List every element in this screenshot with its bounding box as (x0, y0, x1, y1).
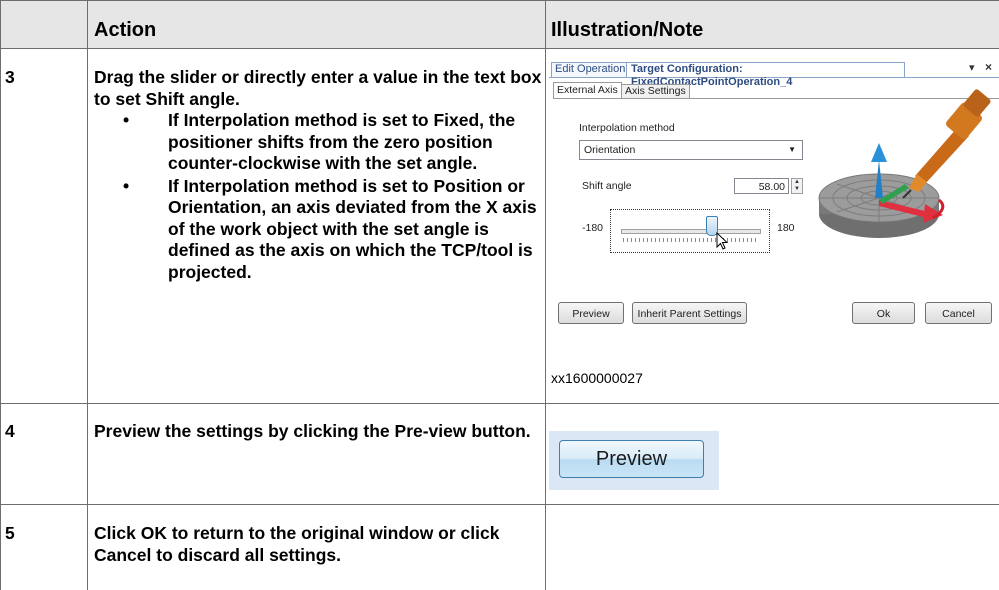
interpolation-method-select[interactable]: Orientation ▼ (579, 140, 803, 160)
header-action: Action (94, 19, 157, 41)
mouse-cursor-icon (716, 232, 729, 250)
text-run: If (168, 175, 184, 196)
keyword: Cancel (94, 544, 152, 565)
text-run: to discard all settings. (151, 544, 342, 565)
bullet-item: • If Interpolation method is set to Fixe… (94, 110, 542, 175)
table-border-top (0, 0, 999, 1)
keyword: Interpolation method (183, 175, 358, 196)
slider-max-label: 180 (777, 222, 795, 234)
ok-button[interactable]: Ok (852, 302, 915, 324)
step-4-action: Preview the settings by clicking the Pre… (94, 421, 542, 443)
bullet-item: • If Interpolation method is set to Posi… (94, 176, 542, 284)
keyword: OK (140, 523, 167, 543)
preview-button-illustration: Preview (559, 440, 704, 478)
step-number: 3 (5, 67, 15, 87)
combo-dropdown-icon: ▼ (788, 145, 796, 154)
step-5-action: Click OK to return to the original windo… (94, 523, 542, 566)
shift-angle-slider[interactable] (610, 209, 770, 253)
text-run: Preview the settings by clicking the (94, 421, 395, 441)
text-run: If (168, 110, 184, 130)
figure-caption: xx1600000027 (551, 370, 643, 386)
pin-dropdown-icon[interactable]: ▾ (969, 61, 975, 74)
text-run: is set to (357, 175, 434, 196)
cancel-button[interactable]: Cancel (925, 302, 992, 324)
bullet-dot: • (123, 110, 130, 130)
interpolation-method-label: Interpolation method (579, 122, 675, 134)
shift-angle-label: Shift angle (582, 180, 632, 192)
preview-button[interactable]: Preview (558, 302, 624, 324)
table-header-divider (0, 48, 999, 49)
table-column-divider (545, 0, 546, 590)
positioner-illustration (818, 89, 991, 238)
keyword: Pre-view (394, 421, 467, 441)
close-icon[interactable]: × (985, 60, 992, 74)
spinner-icon[interactable]: ▲ ▼ (791, 178, 803, 194)
spin-up-icon[interactable]: ▲ (794, 179, 800, 185)
inherit-parent-settings-button[interactable]: Inherit Parent Settings (632, 302, 747, 324)
step-3-intro: Drag the slider or directly enter a valu… (94, 67, 542, 110)
step-number: 5 (5, 523, 15, 543)
text-run: button. (466, 421, 531, 441)
keyword: Fixed (433, 110, 480, 130)
slider-track (621, 229, 761, 234)
text-run: Click (94, 523, 141, 543)
subtab-axis-settings[interactable]: Axis Settings (621, 84, 690, 98)
table-column-divider (87, 0, 88, 590)
text-run: or (502, 175, 525, 196)
keyword: Position (433, 175, 503, 196)
tab-edit-operation[interactable]: Edit Operation (551, 62, 630, 77)
header-illustration-note: Illustration/Note (551, 19, 704, 41)
keyword: Interpolation method (183, 110, 358, 130)
table-row-divider (0, 403, 999, 404)
preview-button-image: Preview (549, 431, 719, 490)
document-tab-bar: Edit Operation Target Configuration: Fix… (549, 60, 999, 88)
target-configuration-dialog: Edit Operation Target Configuration: Fix… (549, 60, 999, 342)
subtab-external-axis[interactable]: External Axis (553, 82, 622, 98)
tab-target-configuration[interactable]: Target Configuration: FixedContactPointO… (626, 62, 905, 88)
step-number: 4 (5, 421, 15, 441)
interpolation-method-value: Orientation (584, 144, 636, 156)
text-run: to return to the original window or clic… (166, 523, 500, 543)
slider-min-label: -180 (582, 222, 604, 234)
step-3-action: Drag the slider or directly enter a valu… (94, 67, 542, 283)
bullet-list: • If Interpolation method is set to Fixe… (94, 110, 542, 283)
table-row-divider (0, 504, 999, 505)
spin-down-icon[interactable]: ▼ (794, 186, 800, 192)
table-border-left (0, 0, 1, 590)
slider-ticks (623, 238, 757, 242)
text-run: is set to (357, 110, 434, 130)
keyword: Shift angle (145, 88, 235, 109)
text-run: . (235, 88, 240, 109)
keyword: Orientation (168, 197, 262, 217)
shift-angle-input[interactable]: 58.00 (734, 178, 789, 194)
bullet-dot: • (123, 175, 130, 196)
